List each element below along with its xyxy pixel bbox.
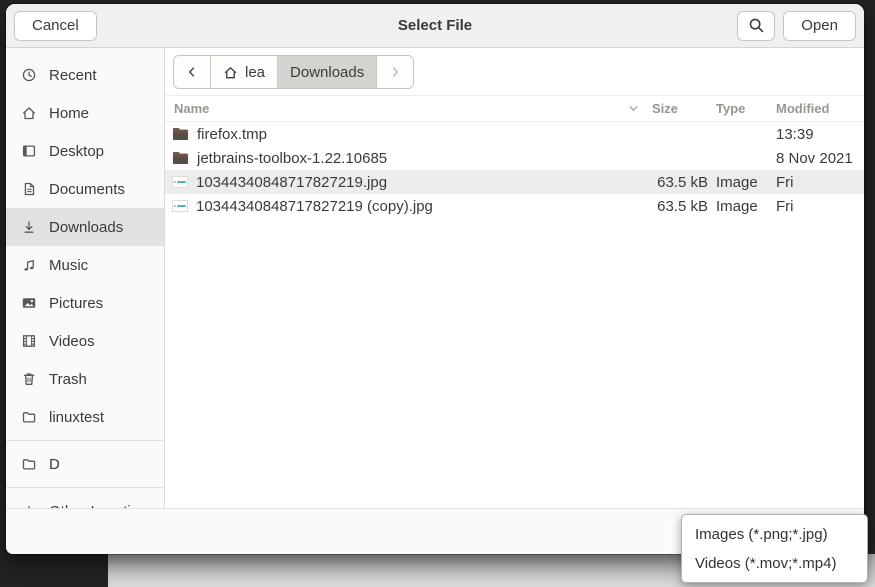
breadcrumb-home[interactable]: lea <box>211 56 278 88</box>
image-thumbnail-icon <box>172 200 188 212</box>
breadcrumb: lea Downloads <box>173 55 414 89</box>
file-row-jpg-selected[interactable]: 10344340848717827219.jpg 63.5 kB Image F… <box>165 170 864 194</box>
type-cell: Image <box>708 174 776 191</box>
sidebar-item-documents[interactable]: Documents <box>6 170 164 208</box>
modified-cell: Fri <box>776 174 856 191</box>
name-cell: jetbrains-toolbox-1.22.10685 <box>165 150 644 167</box>
folder-icon <box>172 127 189 141</box>
sidebar-item-label: Trash <box>49 371 87 388</box>
dialog-headerbar: Select File Cancel Open <box>6 4 864 48</box>
sidebar-item-linuxtest[interactable]: linuxtest <box>6 398 164 436</box>
filter-option-videos[interactable]: Videos (*.mov;*.mp4) <box>682 549 867 578</box>
sidebar-item-label: linuxtest <box>49 409 104 426</box>
sidebar-item-other-locations[interactable]: Other Locations <box>6 492 164 508</box>
chevron-right-icon <box>388 65 402 79</box>
column-header-type[interactable]: Type <box>708 101 776 116</box>
forward-button[interactable] <box>377 56 413 88</box>
file-row-jpg-copy[interactable]: 10344340848717827219 (copy).jpg 63.5 kB … <box>165 194 864 218</box>
desktop-icon <box>21 143 37 159</box>
sidebar-item-music[interactable]: Music <box>6 246 164 284</box>
type-cell: Image <box>708 198 776 215</box>
sidebar-item-recent[interactable]: Recent <box>6 56 164 94</box>
home-icon <box>21 105 37 121</box>
dialog-title: Select File <box>6 17 864 34</box>
image-thumbnail-icon <box>172 176 188 188</box>
name-cell: 10344340848717827219 (copy).jpg <box>165 198 644 215</box>
modified-cell: 8 Nov 2021 <box>776 150 856 167</box>
clock-icon <box>21 67 37 83</box>
back-button[interactable] <box>174 56 211 88</box>
file-browser-pane: lea Downloads <box>165 48 864 508</box>
chevron-left-icon <box>185 65 199 79</box>
file-row-jetbrains-toolbox[interactable]: jetbrains-toolbox-1.22.10685 8 Nov 2021 <box>165 146 864 170</box>
breadcrumb-downloads[interactable]: Downloads <box>278 56 377 88</box>
folder-icon <box>172 151 189 165</box>
folder-icon <box>21 456 37 472</box>
sidebar-item-desktop[interactable]: Desktop <box>6 132 164 170</box>
column-header-modified[interactable]: Modified <box>776 101 856 116</box>
sidebar-item-trash[interactable]: Trash <box>6 360 164 398</box>
cancel-button[interactable]: Cancel <box>14 11 97 41</box>
column-header-size[interactable]: Size <box>644 101 708 116</box>
home-icon <box>223 65 238 80</box>
music-note-icon <box>21 257 37 273</box>
file-chooser-dialog: Select File Cancel Open <box>6 4 864 554</box>
search-icon <box>748 17 765 34</box>
sidebar-item-label: Documents <box>49 181 125 198</box>
sidebar-item-label: Recent <box>49 67 97 84</box>
size-cell: 63.5 kB <box>644 174 708 191</box>
sidebar-item-label: Pictures <box>49 295 103 312</box>
sidebar-item-videos[interactable]: Videos <box>6 322 164 360</box>
modified-cell: 13:39 <box>776 126 856 143</box>
sidebar: Recent Home Desktop <box>6 48 165 508</box>
file-filter-popup: Images (*.png;*.jpg) Videos (*.mov;*.mp4… <box>681 514 868 583</box>
pathbar: lea Downloads <box>165 48 864 95</box>
trash-icon <box>21 371 37 387</box>
folder-icon <box>21 409 37 425</box>
file-row-firefox-tmp[interactable]: firefox.tmp 13:39 <box>165 122 864 146</box>
sidebar-separator <box>6 487 164 488</box>
column-header-name[interactable]: Name <box>165 101 644 116</box>
sidebar-item-label: Videos <box>49 333 95 350</box>
sidebar-item-pictures[interactable]: Pictures <box>6 284 164 322</box>
sidebar-item-label: Home <box>49 105 89 122</box>
name-cell: 10344340848717827219.jpg <box>165 174 644 191</box>
sidebar-item-downloads[interactable]: Downloads <box>6 208 164 246</box>
picture-icon <box>21 295 37 311</box>
sidebar-item-d[interactable]: D <box>6 445 164 483</box>
document-icon <box>21 181 37 197</box>
breadcrumb-home-label: lea <box>245 64 265 81</box>
sidebar-item-label: Downloads <box>49 219 123 236</box>
list-column-headers: Name Size Type Modified <box>165 95 864 122</box>
sort-chevron-down-icon <box>627 102 640 115</box>
search-button[interactable] <box>737 11 775 41</box>
file-list: firefox.tmp 13:39 j <box>165 122 864 508</box>
download-icon <box>21 219 37 235</box>
breadcrumb-current-label: Downloads <box>290 64 364 81</box>
dialog-body: Recent Home Desktop <box>6 48 864 508</box>
sidebar-item-label: Desktop <box>49 143 104 160</box>
sidebar-item-label: Music <box>49 257 88 274</box>
screen: Select File Cancel Open <box>0 0 875 587</box>
size-cell: 63.5 kB <box>644 198 708 215</box>
filter-option-images[interactable]: Images (*.png;*.jpg) <box>682 520 867 549</box>
open-button[interactable]: Open <box>783 11 856 41</box>
film-icon <box>21 333 37 349</box>
sidebar-separator <box>6 440 164 441</box>
sidebar-item-label: D <box>49 456 60 473</box>
sidebar-item-home[interactable]: Home <box>6 94 164 132</box>
modified-cell: Fri <box>776 198 856 215</box>
name-cell: firefox.tmp <box>165 126 644 143</box>
